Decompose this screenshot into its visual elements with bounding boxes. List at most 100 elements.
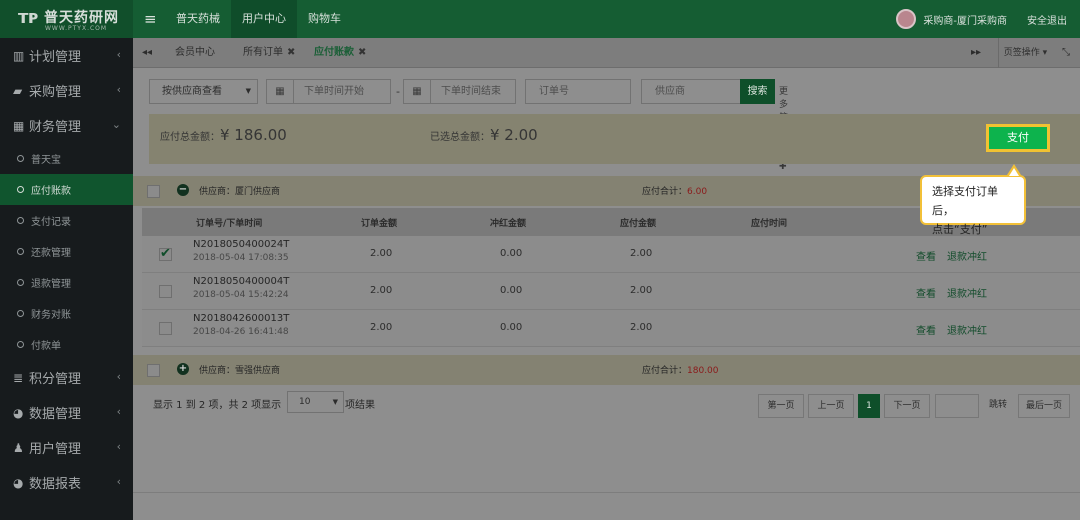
collapse-icon[interactable]: − — [177, 184, 189, 196]
expand-icon[interactable]: + — [177, 363, 189, 375]
sidebar-subitem-label: 付款单 — [31, 341, 61, 352]
chevron-left-icon: ‹ — [116, 83, 121, 96]
sidebar-subitem-refund[interactable]: 退款管理 — [0, 267, 133, 298]
tab-label: 所有订单 — [243, 47, 283, 58]
circle-icon — [17, 186, 24, 193]
start-time-field[interactable]: ▦ 下单时间开始 — [266, 79, 391, 104]
refund-link[interactable]: 退款冲红 — [947, 285, 987, 300]
user-icon: ♟ — [13, 440, 24, 455]
sidebar-item-finance[interactable]: ▦ 财务管理 ⌄ — [0, 108, 133, 143]
view-link[interactable]: 查看 — [916, 248, 936, 263]
prev-page-button[interactable]: 上一页 — [808, 394, 854, 418]
order-number: N2018050400024T — [193, 239, 290, 250]
order-time: 2018-05-04 15:42:24 — [193, 290, 289, 300]
order-number-input[interactable]: 订单号 — [525, 79, 631, 104]
sidebar-item-points[interactable]: ≣ 积分管理 ‹ — [0, 360, 133, 395]
avatar[interactable] — [896, 9, 917, 29]
brand-name: 普天药研网 — [44, 10, 119, 26]
chevron-left-icon: ‹ — [116, 48, 121, 61]
refund-link[interactable]: 退款冲红 — [947, 322, 987, 337]
last-page-button[interactable]: 最后一页 — [1018, 394, 1070, 418]
sidebar-item-data[interactable]: ◕ 数据管理 ‹ — [0, 395, 133, 430]
sidebar-item-users[interactable]: ♟ 用户管理 ‹ — [0, 430, 133, 465]
pay-button[interactable]: 支付 — [986, 124, 1050, 152]
summary-panel: 应付总金额：¥ 186.00 已选总金额：¥ 2.00 — [149, 114, 1080, 164]
topnav-item-cart[interactable]: 购物车 — [297, 0, 352, 38]
refund-link[interactable]: 退款冲红 — [947, 248, 987, 263]
sidebar-subitem-payable[interactable]: 应付账款 — [0, 174, 133, 205]
row-checkbox[interactable] — [159, 285, 172, 298]
logout-link[interactable]: 安全退出 — [1027, 12, 1067, 27]
sidebar-subitem-payment-records[interactable]: 支付记录 — [0, 205, 133, 236]
sidebar-item-reports[interactable]: ◕ 数据报表 ‹ — [0, 465, 133, 500]
sidebar-subitem-payment-order[interactable]: 付款单 — [0, 329, 133, 360]
next-page-button[interactable]: 下一页 — [884, 394, 930, 418]
first-page-button[interactable]: 第一页 — [758, 394, 804, 418]
view-link[interactable]: 查看 — [916, 322, 936, 337]
tab-scroll-right-icon[interactable]: ▸▸ — [962, 38, 990, 68]
checkmark-icon: ✔ — [160, 246, 171, 261]
sidebar-item-purchase[interactable]: ▰ 采购管理 ‹ — [0, 73, 133, 108]
sidebar-item-plan[interactable]: ▥ 计划管理 ‹ — [0, 38, 133, 73]
main-content: 按供应商查看▼ ▦下单时间开始 - ▦下单时间结束 订单号 供应商 搜索 更多筛… — [133, 68, 1080, 520]
page-ops-dropdown[interactable]: 页签操作 ▾ — [998, 38, 1052, 68]
group-checkbox[interactable] — [147, 364, 160, 377]
chevron-down-icon: ⌄ — [111, 118, 121, 131]
selected-label: 已选总金额： — [430, 132, 490, 143]
end-time-field[interactable]: ▦ 下单时间结束 — [403, 79, 516, 104]
view-by-select[interactable]: 按供应商查看 ▼ — [149, 79, 258, 104]
tab-scroll-left-icon[interactable]: ◂◂ — [133, 38, 161, 68]
group-total-label: 应付合计： — [642, 366, 688, 376]
calendar-icon: ▦ — [404, 80, 431, 103]
tab-payable[interactable]: 应付账款 ✖ — [304, 38, 376, 68]
pager-info: 显示 1 到 2 项，共 2 项显示 — [153, 400, 282, 411]
sidebar-item-label: 数据报表 — [29, 477, 82, 492]
page-size-select[interactable]: 10 ▼ — [287, 391, 344, 413]
top-nav: 普天药械 用户中心 购物车 — [165, 0, 352, 38]
chevron-left-icon: ‹ — [116, 405, 121, 418]
current-page-button[interactable]: 1 — [858, 394, 880, 418]
page-jump-input[interactable] — [935, 394, 979, 418]
sidebar-subitem-reconcile[interactable]: 财务对账 — [0, 298, 133, 329]
circle-icon — [17, 279, 24, 286]
start-time-placeholder: 下单时间开始 — [304, 86, 364, 97]
sidebar-item-label: 积分管理 — [29, 372, 82, 387]
topnav-item-user-center[interactable]: 用户中心 — [231, 0, 297, 38]
order-time: 2018-05-04 17:08:35 — [193, 253, 289, 263]
group-total-label: 应付合计： — [642, 187, 688, 197]
tab-member-center[interactable]: 会员中心 — [165, 38, 225, 68]
user-name[interactable]: 采购商-厦门采购商 — [923, 12, 1007, 27]
sidebar-subitem-repayment[interactable]: 还款管理 — [0, 236, 133, 267]
close-icon[interactable]: ✖ — [287, 47, 295, 58]
pie-chart-icon: ◕ — [13, 475, 24, 490]
topnav-item-devices[interactable]: 普天药械 — [165, 0, 231, 38]
order-amount: 2.00 — [370, 322, 393, 333]
footer-divider — [133, 492, 1080, 493]
menu-toggle-icon[interactable]: ≡ — [144, 10, 157, 28]
red-amount: 0.00 — [500, 248, 523, 259]
view-link[interactable]: 查看 — [916, 285, 936, 300]
callout-tail-inner — [1009, 168, 1019, 176]
jump-button[interactable]: 跳转 — [981, 394, 1015, 418]
sidebar-item-label: 计划管理 — [29, 50, 82, 65]
search-button[interactable]: 搜索 — [740, 79, 775, 104]
group-total: 应付合计：6.00 — [642, 184, 707, 197]
circle-icon — [17, 310, 24, 317]
payable-amount: 2.00 — [630, 285, 653, 296]
date-range-dash: - — [396, 85, 400, 98]
row-checkbox[interactable] — [159, 322, 172, 335]
close-icon[interactable]: ✖ — [358, 47, 366, 58]
group-checkbox[interactable] — [147, 185, 160, 198]
circle-icon — [17, 341, 24, 348]
callout-line: 选择支付订单后， — [932, 185, 998, 217]
end-time-placeholder: 下单时间结束 — [441, 86, 501, 97]
brand-logo[interactable]: ᴛᴘ 普天药研网 WWW.PTYX.COM — [0, 0, 133, 38]
sidebar-item-label: 财务管理 — [29, 120, 82, 135]
row-checkbox[interactable]: ✔ — [159, 246, 172, 261]
fullscreen-icon[interactable]: ⤡ — [1052, 38, 1080, 68]
circle-icon — [17, 155, 24, 162]
sidebar-subitem-putianbao[interactable]: 普天宝 — [0, 143, 133, 174]
tab-all-orders[interactable]: 所有订单 ✖ — [233, 38, 305, 68]
supplier-input[interactable]: 供应商 — [641, 79, 748, 104]
tab-label: 会员中心 — [175, 47, 215, 58]
